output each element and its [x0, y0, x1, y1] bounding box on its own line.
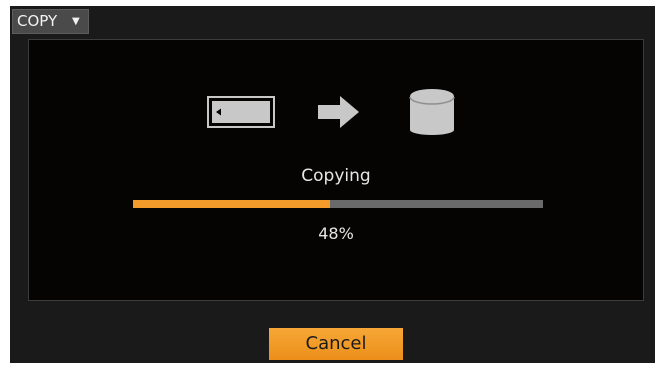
storage-drive-icon [409, 89, 455, 135]
progress-percent-label: 48% [318, 224, 354, 243]
progress-bar [133, 200, 543, 208]
copy-screen: COPY ▼ Copying 48% Cancel [10, 6, 655, 363]
copy-direction-icons [207, 89, 455, 135]
copy-progress-panel: Copying 48% [28, 39, 644, 301]
memory-card-icon [207, 96, 275, 128]
chevron-down-icon: ▼ [72, 16, 80, 27]
mode-dropdown[interactable]: COPY ▼ [12, 9, 89, 34]
arrow-right-icon [318, 96, 359, 128]
mode-label: COPY [17, 12, 58, 30]
progress-bar-fill [133, 200, 330, 208]
copy-status-label: Copying [301, 166, 371, 186]
cancel-button[interactable]: Cancel [269, 328, 403, 360]
